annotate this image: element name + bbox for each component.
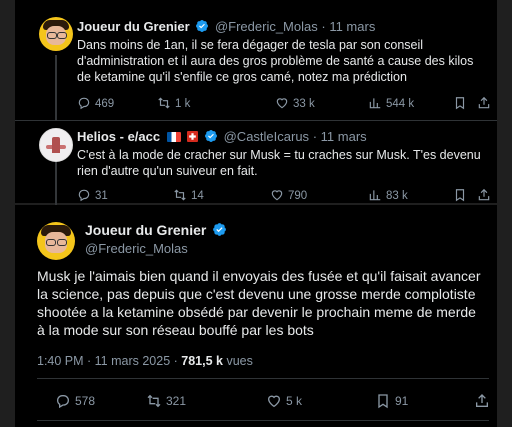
divider: [37, 420, 489, 421]
like-icon: [271, 190, 283, 201]
share-icon: [476, 394, 488, 407]
user-handle[interactable]: @CastleIcarus: [224, 129, 309, 144]
tweet-text: Musk je l'aimais bien quand il envoyais …: [37, 268, 481, 338]
views-icon: [369, 98, 381, 109]
view-count: 83 k: [386, 190, 408, 202]
like-count: 33 k: [293, 98, 315, 110]
like-icon: [267, 395, 281, 408]
tweet-time[interactable]: 11 mars: [329, 19, 375, 34]
user-handle[interactable]: @Frederic_Molas: [85, 240, 229, 257]
like-count: 5 k: [286, 394, 303, 408]
separator-dot: ·: [312, 129, 318, 144]
views-icon: [369, 190, 381, 201]
action-bar: 578 321 5 k 91: [37, 392, 489, 410]
tweet-text: C'est à la mode de cracher sur Musk = tu…: [77, 148, 481, 178]
bookmark-button[interactable]: [453, 188, 471, 204]
tweet-time[interactable]: 11 mars: [321, 129, 367, 144]
views-count: 781,5 k: [181, 354, 223, 368]
views-button[interactable]: 544 k: [368, 96, 414, 112]
repost-count: 14: [191, 190, 204, 202]
reply-icon: [57, 395, 69, 409]
bookmark-icon: [455, 189, 465, 202]
bookmark-icon: [455, 97, 465, 110]
thread-connector: [55, 55, 57, 121]
repost-button[interactable]: 321: [146, 392, 186, 410]
swiss-flag-icon: [187, 131, 199, 142]
divider: [37, 378, 489, 379]
thread-connector: [55, 162, 57, 206]
view-count: 544 k: [386, 98, 415, 110]
bookmark-button[interactable]: 91: [375, 392, 408, 410]
tweet-meta: 1:40 PM · 11 mars 2025 · 781,5 k vues: [37, 354, 253, 368]
thread-card: Joueur du Grenier @Frederic_Molas · 11 m…: [15, 0, 497, 206]
reply-icon: [78, 97, 90, 110]
avatar[interactable]: [39, 17, 73, 51]
tweet-1[interactable]: Joueur du Grenier @Frederic_Molas · 11 m…: [15, 0, 497, 121]
display-name[interactable]: Helios - e/acc: [77, 129, 160, 144]
reply-count: 469: [95, 98, 115, 110]
like-button[interactable]: 790: [270, 188, 307, 204]
views-button[interactable]: 83 k: [368, 188, 408, 204]
reply-button[interactable]: 469: [77, 96, 114, 112]
separator-dot: ·: [321, 19, 326, 34]
like-button[interactable]: 33 k: [275, 96, 315, 112]
verified-badge-icon: [213, 223, 227, 236]
timestamp[interactable]: 1:40 PM · 11 mars 2025 ·: [37, 354, 181, 368]
tweet-header: Helios - e/acc @CastleIcarus · 11 mars: [77, 129, 367, 145]
repost-icon: [158, 97, 170, 109]
action-bar: 31 14 790 83 k: [77, 188, 492, 204]
bookmark-count: 91: [395, 394, 409, 408]
tweet-header: Joueur du Grenier @Frederic_Molas · 11 m…: [77, 19, 375, 35]
avatar[interactable]: [37, 222, 75, 260]
user-handle[interactable]: @Frederic_Molas: [215, 19, 318, 34]
like-button[interactable]: 5 k: [266, 392, 302, 410]
like-count: 790: [288, 190, 308, 202]
tweet-header: Joueur du Grenier @Frederic_Molas: [85, 222, 229, 257]
reply-icon: [78, 189, 90, 202]
display-name[interactable]: Joueur du Grenier: [77, 19, 190, 34]
repost-button[interactable]: 14: [173, 188, 204, 204]
like-icon: [276, 98, 288, 109]
reply-count: 578: [75, 394, 96, 408]
action-bar: 469 1 k 33 k 544 k: [77, 96, 492, 112]
bookmark-icon: [378, 394, 388, 409]
repost-count: 321: [166, 394, 187, 408]
verified-badge-icon: [196, 20, 209, 32]
reply-button[interactable]: 578: [55, 392, 95, 410]
reply-button[interactable]: 31: [77, 188, 108, 204]
share-button[interactable]: [474, 392, 494, 410]
reply-count: 31: [95, 190, 108, 202]
verified-badge-icon: [205, 130, 217, 142]
avatar[interactable]: [39, 128, 73, 162]
share-icon: [478, 188, 490, 201]
repost-icon: [174, 189, 186, 201]
display-name[interactable]: Joueur du Grenier: [85, 222, 206, 238]
share-button[interactable]: [477, 188, 495, 204]
france-flag-icon: [166, 132, 181, 142]
main-tweet: Joueur du Grenier @Frederic_Molas Musk j…: [15, 205, 497, 427]
share-icon: [478, 96, 490, 109]
share-button[interactable]: [477, 96, 495, 112]
views-label: vues: [223, 354, 253, 368]
repost-button[interactable]: 1 k: [157, 96, 190, 112]
tweet-text: Dans moins de 1an, il se fera dégager de…: [77, 38, 474, 84]
repost-icon: [147, 394, 161, 408]
tweet-2[interactable]: Helios - e/acc @CastleIcarus · 11 mars C…: [15, 121, 497, 206]
repost-count: 1 k: [175, 98, 191, 110]
bookmark-button[interactable]: [453, 96, 471, 112]
